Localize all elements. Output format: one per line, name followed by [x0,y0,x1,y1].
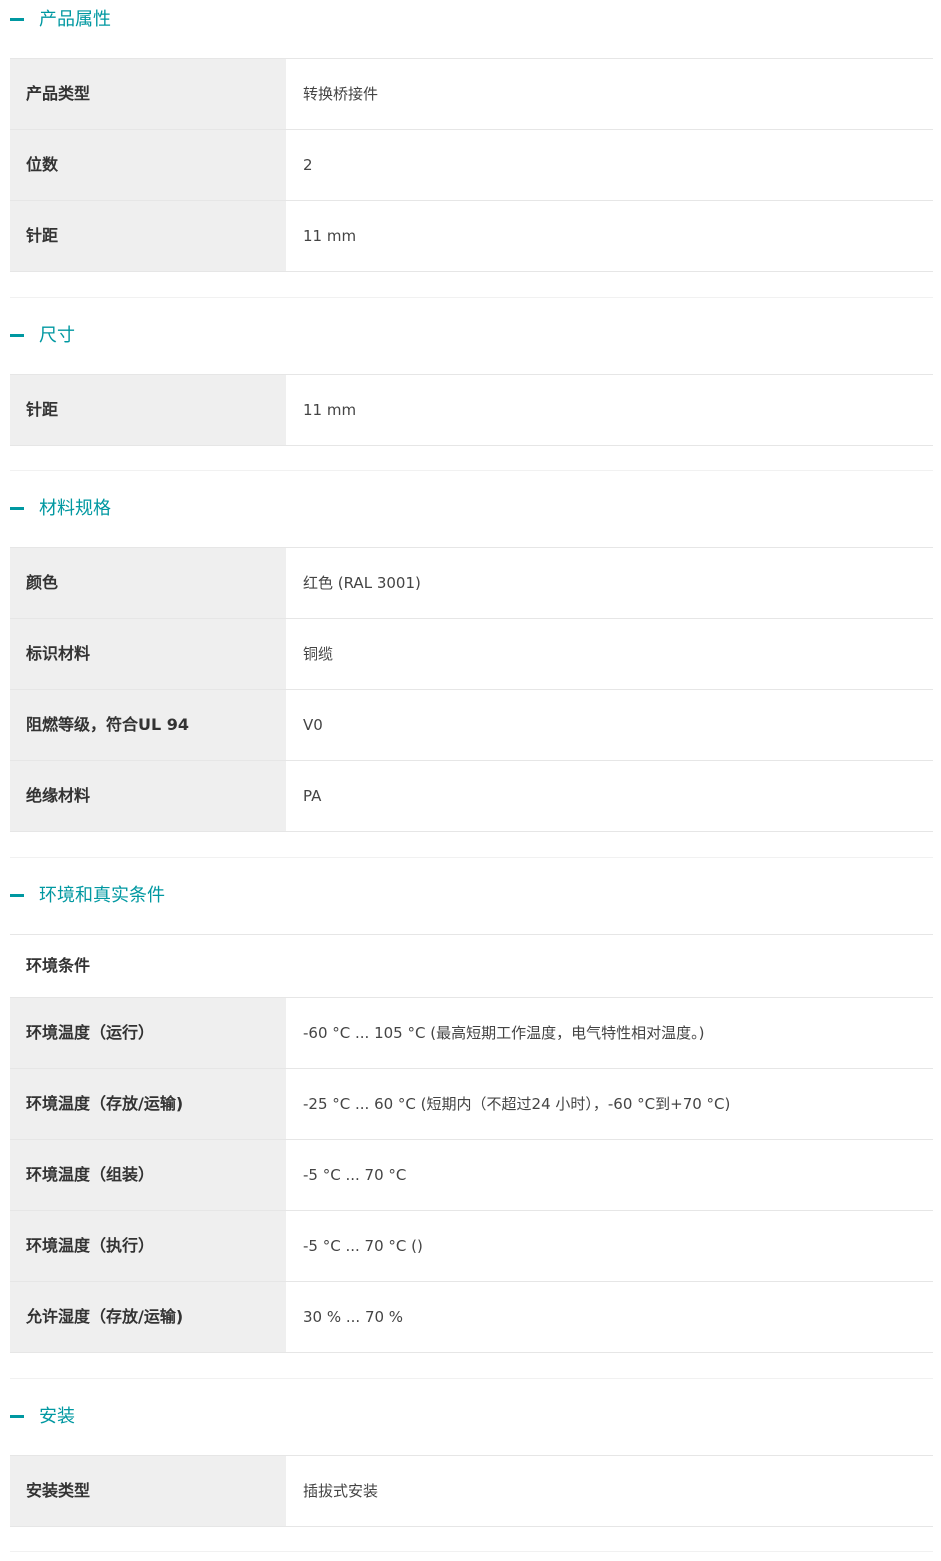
spec-label: 环境温度（运行） [10,998,286,1068]
spec-label: 环境温度（执行） [10,1211,286,1281]
spec-value: 11 mm [303,401,357,419]
section-divider [10,470,933,471]
spec-label: 安装类型 [10,1456,286,1526]
table-row: 安装类型 插拔式安装 [10,1456,933,1527]
spec-label: 产品类型 [10,59,286,129]
section-title[interactable]: 材料规格 [39,497,111,521]
table-row: 针距 11 mm [10,201,933,272]
spec-value: 30 % ... 70 % [303,1308,404,1326]
spec-label: 针距 [10,375,286,445]
table-row: 阻燃等级，符合UL 94 V0 [10,690,933,761]
table-row: 颜色 红色 (RAL 3001) [10,548,933,619]
table-row: 标识材料 铜缆 [10,619,933,690]
spec-label: 标识材料 [10,619,286,689]
table-row: 针距 11 mm [10,375,933,446]
spec-table-materials: 颜色 红色 (RAL 3001) 标识材料 铜缆 阻燃等级，符合UL 94 V0… [10,547,933,832]
spec-value: -5 °C ... 70 °C () [303,1237,423,1255]
section-divider [10,857,933,858]
spec-label: 允许湿度（存放/运输) [10,1282,286,1352]
spec-value: 转换桥接件 [303,85,379,103]
spec-table-installation: 安装类型 插拔式安装 [10,1455,933,1527]
section-divider [10,1551,933,1552]
spec-value: 2 [303,156,313,174]
minus-icon[interactable] [10,1415,24,1418]
section-header-product-properties[interactable]: 产品属性 [0,0,941,40]
table-row: 环境温度（运行） -60 °C ... 105 °C (最高短期工作温度，电气特… [10,998,933,1069]
spec-label: 针距 [10,201,286,271]
spec-value: 红色 (RAL 3001) [303,574,421,592]
spec-value: 铜缆 [303,645,334,663]
minus-icon[interactable] [10,18,24,21]
table-row: 环境温度（执行） -5 °C ... 70 °C () [10,1211,933,1282]
minus-icon[interactable] [10,507,24,510]
section-divider [10,1378,933,1379]
spec-label: 环境温度（组装） [10,1140,286,1210]
section-title[interactable]: 尺寸 [39,324,75,348]
spec-value: 11 mm [303,227,357,245]
spec-table-dimensions: 针距 11 mm [10,374,933,446]
table-row: 环境温度（存放/运输) -25 °C ... 60 °C (短期内（不超过24 … [10,1069,933,1140]
spec-table-environment: 环境条件 环境温度（运行） -60 °C ... 105 °C (最高短期工作温… [10,934,933,1353]
spec-label: 环境温度（存放/运输) [10,1069,286,1139]
section-title[interactable]: 产品属性 [39,8,111,32]
section-header-materials[interactable]: 材料规格 [0,489,941,529]
spec-value: V0 [303,716,323,734]
spec-label: 阻燃等级，符合UL 94 [10,690,286,760]
subheader-label: 环境条件 [26,956,91,975]
spec-value: -60 °C ... 105 °C (最高短期工作温度，电气特性相对温度。) [303,1024,705,1042]
spec-value: 插拔式安装 [303,1482,379,1500]
section-title[interactable]: 环境和真实条件 [39,884,165,908]
table-row: 位数 2 [10,130,933,201]
table-subheader: 环境条件 [10,935,933,998]
spec-label: 绝缘材料 [10,761,286,831]
section-header-installation[interactable]: 安装 [0,1397,941,1437]
section-title[interactable]: 安装 [39,1405,75,1429]
section-divider [10,297,933,298]
minus-icon[interactable] [10,334,24,337]
table-row: 环境温度（组装） -5 °C ... 70 °C [10,1140,933,1211]
table-row: 产品类型 转换桥接件 [10,59,933,130]
spec-value: -5 °C ... 70 °C [303,1166,407,1184]
spec-label: 位数 [10,130,286,200]
table-row: 绝缘材料 PA [10,761,933,832]
spec-label: 颜色 [10,548,286,618]
section-header-environment[interactable]: 环境和真实条件 [0,876,941,916]
table-row: 允许湿度（存放/运输) 30 % ... 70 % [10,1282,933,1353]
section-header-dimensions[interactable]: 尺寸 [0,316,941,356]
spec-table-product-properties: 产品类型 转换桥接件 位数 2 针距 11 mm [10,58,933,272]
spec-value: PA [303,787,322,805]
spec-value: -25 °C ... 60 °C (短期内（不超过24 小时），-60 °C到+… [303,1095,731,1113]
minus-icon[interactable] [10,894,24,897]
